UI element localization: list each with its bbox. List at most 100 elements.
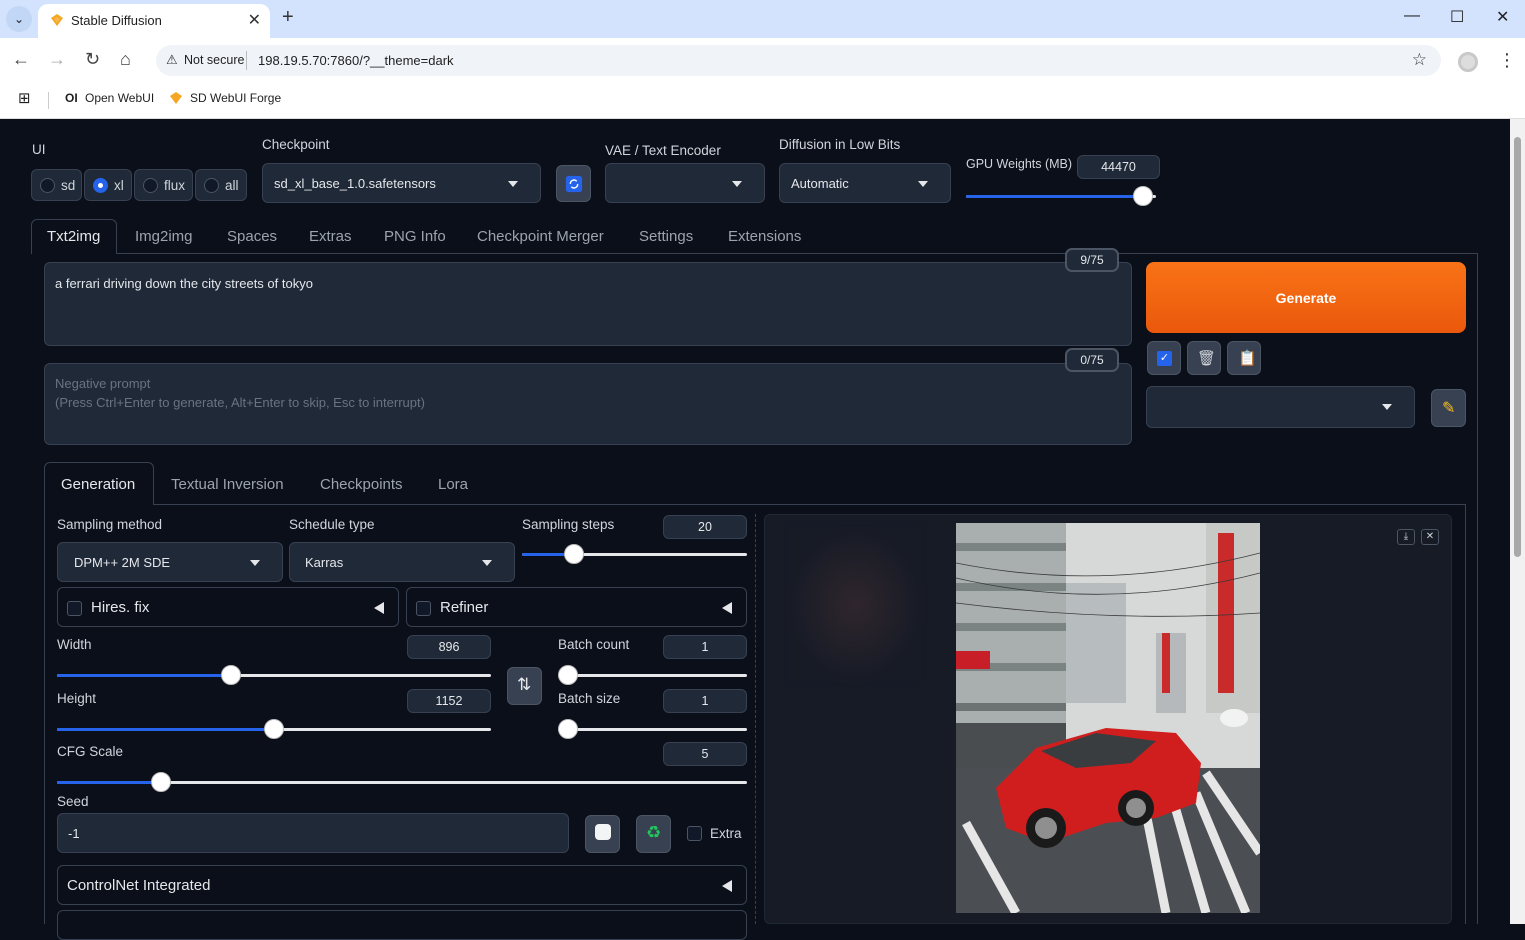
chevron-down-icon — [732, 181, 742, 187]
gpu-weights-slider[interactable] — [966, 186, 1156, 206]
cfg-scale-label: CFG Scale — [57, 744, 124, 759]
height-slider[interactable] — [57, 719, 491, 739]
gpu-weights-input[interactable]: 44470 — [1077, 155, 1160, 179]
back-icon[interactable]: ← — [12, 49, 30, 70]
seed-input[interactable]: -1 — [57, 813, 569, 853]
refresh-checkpoints-button[interactable] — [556, 165, 591, 202]
tab-extras[interactable]: Extras — [309, 228, 352, 245]
sampling-method-dropdown[interactable]: DPM++ 2M SDE — [57, 542, 283, 582]
close-tab-icon[interactable]: ✕ — [248, 10, 261, 30]
reload-icon[interactable]: ↻ — [85, 49, 100, 70]
width-label: Width — [57, 637, 92, 652]
negative-placeholder: Negative prompt — [55, 376, 151, 391]
hires-fix-accordion[interactable]: Hires. fix — [57, 587, 399, 627]
swap-dimensions-button[interactable]: ⇅ — [507, 667, 542, 705]
sd-forge-favicon-icon — [170, 92, 182, 104]
sampling-steps-slider[interactable] — [522, 544, 747, 564]
tab-txt2img[interactable]: Txt2img — [47, 228, 100, 245]
output-gallery: ⤓ ✕ — [764, 514, 1452, 924]
ui-radio-sd[interactable]: sd — [31, 169, 82, 201]
dice-icon — [595, 824, 611, 840]
refiner-accordion[interactable]: Refiner — [406, 587, 747, 627]
bookmark-open-webui[interactable]: Open WebUI — [85, 91, 154, 105]
apply-styles-button[interactable]: ✓ — [1147, 341, 1181, 375]
ui-radio-all[interactable]: all — [195, 169, 247, 201]
cfg-scale-input[interactable]: 5 — [663, 742, 747, 766]
apps-grid-icon[interactable]: ⊞ — [18, 89, 31, 107]
not-secure-label[interactable]: Not secure — [184, 53, 244, 67]
refresh-icon — [565, 175, 583, 193]
subtab-lora[interactable]: Lora — [438, 476, 468, 493]
checkpoint-label: Checkpoint — [262, 137, 330, 152]
close-window-icon[interactable]: ✕ — [1496, 7, 1509, 27]
new-tab-icon[interactable]: + — [282, 6, 294, 29]
maximize-icon[interactable]: ☐ — [1450, 7, 1464, 27]
browser-menu-icon[interactable]: ⋮ — [1498, 50, 1516, 71]
url-text[interactable]: 198.19.5.70:7860/?__theme=dark — [258, 53, 454, 68]
subtab-textual-inversion[interactable]: Textual Inversion — [171, 476, 284, 493]
subtab-generation[interactable]: Generation — [61, 476, 135, 493]
prompt-textarea[interactable]: a ferrari driving down the city streets … — [44, 262, 1132, 346]
minimize-icon[interactable]: — — [1404, 7, 1420, 25]
address-bar[interactable]: ⚠ Not secure 198.19.5.70:7860/?__theme=d… — [156, 45, 1441, 76]
height-input[interactable]: 1152 — [407, 689, 491, 713]
tab-png-info[interactable]: PNG Info — [384, 228, 446, 245]
batch-size-slider[interactable] — [558, 719, 747, 739]
trash-icon: 🗑 — [1197, 350, 1217, 367]
trash-button[interactable]: 🗑 — [1187, 341, 1221, 375]
diffusion-label: Diffusion in Low Bits — [779, 137, 901, 152]
close-icon[interactable]: ✕ — [1421, 529, 1439, 545]
tab-settings[interactable]: Settings — [639, 228, 693, 245]
swap-arrows-icon: ⇅ — [517, 675, 532, 694]
extra-seed-checkbox[interactable] — [687, 826, 702, 841]
bookmarks-bar: ⊞ OI Open WebUI SD WebUI Forge — [0, 83, 1525, 119]
schedule-type-label: Schedule type — [289, 517, 375, 532]
schedule-type-dropdown[interactable]: Karras — [289, 542, 515, 582]
tab-img2img[interactable]: Img2img — [135, 228, 193, 245]
paste-button[interactable]: 📋 — [1227, 341, 1261, 375]
checkbox-icon: ✓ — [1157, 351, 1172, 366]
controlnet-accordion[interactable]: ControlNet Integrated — [57, 865, 747, 905]
home-icon[interactable]: ⌂ — [120, 49, 131, 70]
collapse-icon — [722, 602, 732, 614]
sampling-steps-input[interactable]: 20 — [663, 515, 747, 539]
edit-styles-button[interactable]: ✎ — [1431, 389, 1466, 427]
next-accordion[interactable] — [57, 910, 747, 940]
generated-image[interactable] — [956, 523, 1260, 913]
batch-count-input[interactable]: 1 — [663, 635, 747, 659]
tab-extensions[interactable]: Extensions — [728, 228, 801, 245]
recycle-icon: ♻ — [646, 823, 662, 842]
random-seed-button[interactable] — [585, 815, 620, 853]
forward-icon[interactable]: → — [48, 49, 66, 70]
refiner-checkbox[interactable] — [416, 601, 431, 616]
profile-avatar[interactable] — [1458, 52, 1478, 72]
page-scrollbar[interactable] — [1510, 119, 1525, 924]
bookmark-star-icon[interactable]: ☆ — [1412, 50, 1427, 70]
tab-checkpoint-merger[interactable]: Checkpoint Merger — [477, 228, 604, 245]
width-input[interactable]: 896 — [407, 635, 491, 659]
cfg-scale-slider[interactable] — [57, 772, 747, 792]
styles-dropdown[interactable] — [1146, 386, 1415, 428]
subtab-checkpoints[interactable]: Checkpoints — [320, 476, 403, 493]
checkpoint-dropdown[interactable]: sd_xl_base_1.0.safetensors — [262, 163, 541, 203]
negative-prompt-textarea[interactable]: Negative prompt (Press Ctrl+Enter to gen… — [44, 363, 1132, 445]
clipboard-icon: 📋 — [1238, 350, 1257, 367]
tabs-divider — [117, 253, 1478, 254]
hires-fix-checkbox[interactable] — [67, 601, 82, 616]
ui-radio-xl[interactable]: xl — [84, 169, 132, 201]
tab-spaces[interactable]: Spaces — [227, 228, 277, 245]
chevron-down-icon — [508, 181, 518, 187]
diffusion-dropdown[interactable]: Automatic — [779, 163, 951, 203]
vae-dropdown[interactable] — [605, 163, 765, 203]
reuse-seed-button[interactable]: ♻ — [636, 815, 671, 853]
generate-button[interactable]: Generate — [1146, 262, 1466, 333]
width-slider[interactable] — [57, 665, 491, 685]
ui-radio-flux[interactable]: flux — [134, 169, 193, 201]
download-icon[interactable]: ⤓ — [1397, 529, 1415, 545]
browser-tab[interactable]: Stable Diffusion ✕ — [38, 4, 270, 38]
bookmark-sd-webui-forge[interactable]: SD WebUI Forge — [190, 91, 281, 105]
batch-size-input[interactable]: 1 — [663, 689, 747, 713]
batch-count-slider[interactable] — [558, 665, 747, 685]
sampling-method-label: Sampling method — [57, 517, 163, 532]
tab-search-icon[interactable]: ⌄ — [6, 6, 32, 32]
